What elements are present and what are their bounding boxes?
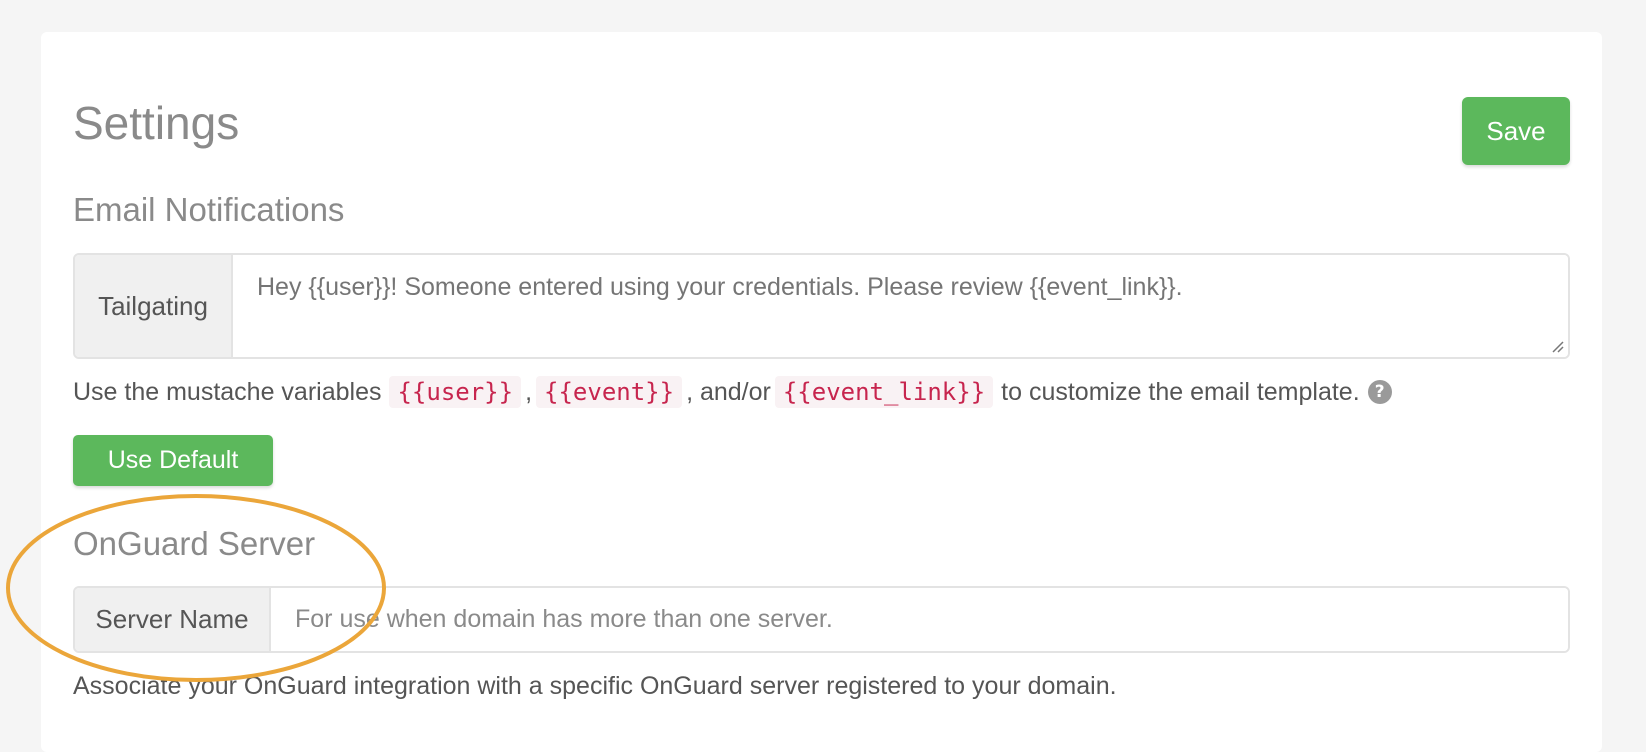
tailgating-input-group: Tailgating [73,253,1570,359]
use-default-button[interactable]: Use Default [73,435,273,486]
separator-andor: , and/or [686,377,771,406]
email-notifications-heading: Email Notifications [73,191,345,228]
tailgating-template-textarea[interactable] [233,255,1568,357]
var-user-code: {{user}} [389,376,522,408]
help-suffix: to customize the email template. [1001,377,1360,406]
help-prefix: Use the mustache variables [73,377,382,406]
save-button[interactable]: Save [1462,97,1570,165]
server-help-text: Associate your OnGuard integration with … [73,672,1117,700]
resize-handle-icon[interactable] [1550,339,1564,353]
page-title: Settings [73,97,240,149]
server-name-input-group: Server Name [73,586,1570,653]
question-circle-icon[interactable]: ? [1367,380,1392,404]
server-name-input[interactable] [271,588,1568,651]
onguard-server-heading: OnGuard Server [73,525,316,562]
mustache-help-text: Use the mustache variables {{user}} , {{… [73,376,1392,408]
separator-comma: , [525,377,533,406]
var-event-link-code: {{event_link}} [774,376,994,408]
var-event-code: {{event}} [536,376,683,408]
tailgating-label: Tailgating [75,255,233,357]
server-name-label: Server Name [75,588,271,651]
